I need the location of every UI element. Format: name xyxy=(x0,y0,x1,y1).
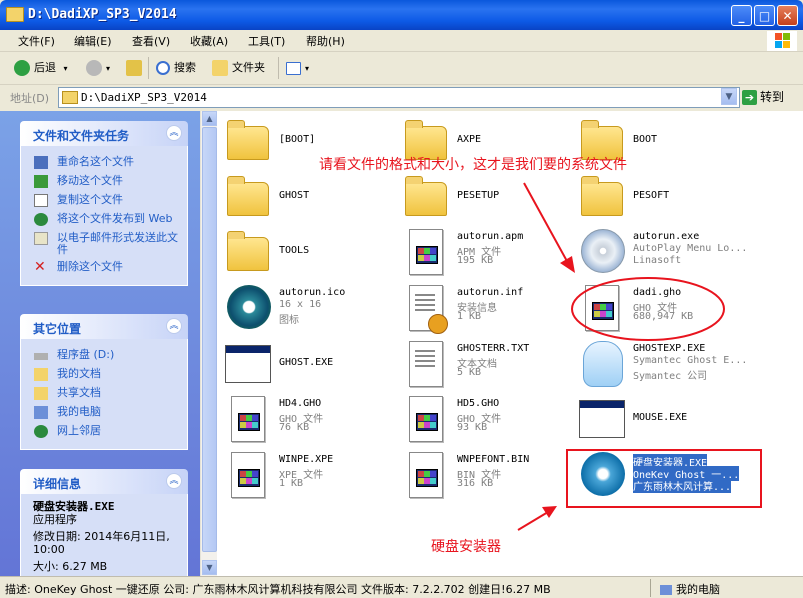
annotation-overlay xyxy=(517,182,762,531)
highlight-rect xyxy=(566,449,762,508)
arrow-head-icon xyxy=(560,256,575,273)
highlight-ellipse xyxy=(571,277,725,341)
status-text: 描述: OneKey Ghost 一键还原 公司: 广东雨林木风计算机科技有限公… xyxy=(5,583,551,596)
arrow-head-icon xyxy=(542,506,557,518)
status-location: 我的电脑 xyxy=(660,581,720,597)
status-bar: 描述: OneKey Ghost 一键还原 公司: 广东雨林木风计算机科技有限公… xyxy=(0,576,803,598)
status-location-label: 我的电脑 xyxy=(676,583,720,596)
annotation-arrow xyxy=(523,182,569,264)
computer-icon xyxy=(660,585,672,595)
status-separator xyxy=(650,579,651,597)
annotation-arrow xyxy=(517,511,549,531)
explorer-window: D:\DadiXP_SP3_V2014 _ □ ✕ 文件(F) 编辑(E) 查看… xyxy=(0,0,803,598)
